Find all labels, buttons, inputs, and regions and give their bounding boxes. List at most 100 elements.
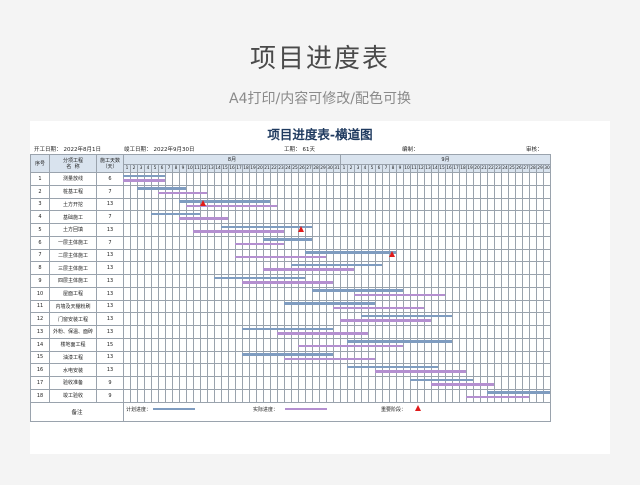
day-cell [410,197,418,212]
day-cell [529,363,537,377]
plan-bar [347,365,438,369]
day-cell [508,184,516,199]
day-cell [529,337,537,352]
day-cell [480,248,488,263]
day-cell [214,184,222,199]
task-days: 15 [96,337,124,352]
day-cell [144,299,152,314]
day-cell [165,261,173,275]
day-cell [263,363,271,377]
day-cell [522,172,530,186]
legend-actual-swatch [285,407,327,410]
day-cell [291,312,299,326]
task-name: 屋面工程 [49,286,97,301]
day-cell [536,350,544,365]
day-cell [221,363,229,377]
day-cell [473,337,481,352]
plan-bar [487,391,550,394]
gantt-table: 序号 分项工程 名 称施工天数 （天） 8月 9月 1 2 3 4 5 6 7 8 9 10 11 12 13 1… [30,154,551,422]
day-cell [501,223,509,237]
day-cell [438,350,446,365]
day-cell [487,274,495,288]
day-cell [501,363,509,377]
day-cell [459,261,467,275]
day-cell [186,299,194,314]
day-cell [151,248,159,263]
day-cell [508,197,516,212]
day-cell [172,350,180,365]
day-cell [179,248,187,263]
day-cell [354,172,362,186]
day-cell [382,350,390,365]
day-cell [354,376,362,390]
day-cell [333,223,341,237]
day-cell [214,248,222,263]
day-cell [305,184,313,199]
day-cell [543,248,551,263]
day-header: 29 [536,164,544,173]
day-cell [459,325,467,339]
day-cell [123,286,131,301]
task-name: 验收准备 [49,376,97,390]
day-cell [242,184,250,199]
day-cell [277,286,285,301]
day-cell [529,261,537,275]
day-cell [508,376,516,390]
day-cell [347,184,355,199]
day-cell [396,388,404,403]
day-cell [382,274,390,288]
day-cell [410,184,418,199]
day-cell [144,261,152,275]
day-cell [487,223,495,237]
day-cell [438,184,446,199]
day-cell [375,325,383,339]
day-cell [256,312,264,326]
day-cell [235,376,243,390]
day-cell [158,312,166,326]
day-header: 3 [354,164,362,173]
day-cell [438,299,446,314]
day-cell [417,248,425,263]
day-cell [137,286,145,301]
day-cell [522,223,530,237]
day-cell [249,286,257,301]
actual-bar [242,281,333,284]
day-cell [403,261,411,275]
day-cell [382,197,390,212]
reviewer-label: 审核： [526,147,543,153]
day-cell [529,184,537,199]
day-cell [487,197,495,212]
day-cell [270,184,278,199]
day-cell [200,299,208,314]
day-cell [354,184,362,199]
day-cell [158,235,166,250]
day-cell [347,376,355,390]
day-cell [347,388,355,403]
day-cell [151,274,159,288]
day-cell [305,210,313,224]
day-cell [347,197,355,212]
day-cell [536,210,544,224]
day-cell [515,299,523,314]
day-cell [242,363,250,377]
day-cell [536,363,544,377]
day-cell [179,325,187,339]
day-cell [144,235,152,250]
day-cell [319,197,327,212]
day-cell [158,350,166,365]
day-header: 2 [347,164,355,173]
day-cell [508,286,516,301]
day-cell [249,376,257,390]
day-cell [417,235,425,250]
day-cell [375,376,383,390]
day-cell [459,210,467,224]
day-cell [228,312,236,326]
day-cell [221,325,229,339]
task-index: 7 [30,248,50,263]
milestone-marker [389,251,395,257]
task-name: 楼地面工程 [49,337,97,352]
task-index: 10 [30,286,50,301]
day-cell [200,235,208,250]
day-cell [291,286,299,301]
day-cell [522,376,530,390]
